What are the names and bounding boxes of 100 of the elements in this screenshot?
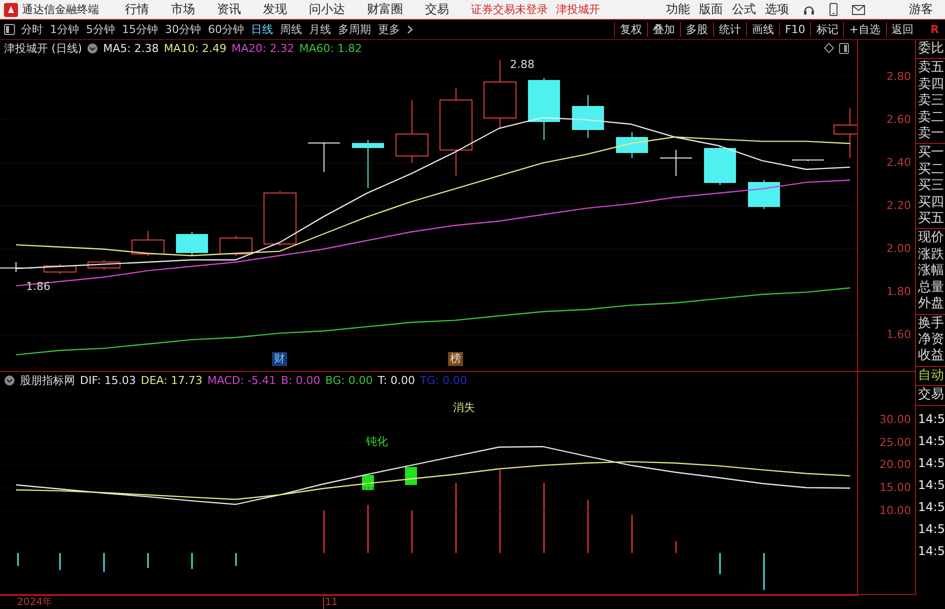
phone-icon[interactable] (829, 3, 838, 16)
trade-time: 14:5 (917, 498, 945, 516)
ma-value: MA20: 2.32 (232, 42, 294, 54)
candlestick (176, 232, 208, 256)
panel-toggle-icon[interactable] (4, 24, 15, 35)
trade-time: 14:5 (917, 432, 945, 450)
menu-item[interactable]: 问小达 (309, 1, 345, 18)
indicator-value: BG: 0.00 (325, 374, 373, 386)
quote-field-label: 买一 (917, 145, 945, 162)
status-message[interactable]: 津投城开 (556, 2, 600, 17)
chevron-right-icon[interactable] (407, 25, 413, 34)
section-label: 交易 (917, 387, 945, 404)
menu-item[interactable]: 行情 (125, 1, 149, 18)
quote-field-label: 换手 (917, 316, 945, 332)
indicator-axis-label: 20.00 (880, 458, 911, 472)
menu-item[interactable]: 财富圈 (367, 1, 403, 18)
price-axis-label: 2.40 (886, 156, 911, 170)
toolbar-button[interactable]: +自选 (843, 22, 886, 37)
indicator-axis-label: 15.00 (880, 481, 911, 496)
status-message[interactable]: 证券交易未登录 (471, 2, 548, 17)
quote-field-label: 净资 (917, 332, 945, 348)
candlestick (352, 140, 384, 188)
indicator-axis-label: 25.00 (880, 436, 911, 450)
quote-field-label: 卖二 (917, 110, 945, 126)
menu-item[interactable]: 资讯 (217, 1, 241, 18)
candlestick (220, 236, 252, 256)
event-marker[interactable]: 榜 (448, 352, 463, 366)
period-tab[interactable]: 多周期 (338, 22, 371, 37)
toolbar-button[interactable]: 标记 (810, 22, 844, 37)
toolbar-button[interactable]: F10 (778, 23, 810, 36)
period-tab[interactable]: 分时 (21, 22, 43, 37)
menu-item[interactable]: 市场 (171, 1, 195, 18)
candlestick (396, 100, 428, 164)
tool-menu-item[interactable]: 选项 (765, 1, 789, 18)
signal-note: 消失 (453, 400, 475, 415)
tool-menu-item[interactable]: 公式 (732, 1, 756, 18)
tool-menu-item[interactable]: 功能 (666, 1, 690, 18)
indicator-axis-label: 30.00 (880, 412, 911, 427)
indicator-value: DEA: 17.73 (140, 374, 202, 386)
trade-mode-label[interactable]: 自动 (916, 368, 945, 384)
user-label[interactable]: 游客 (909, 1, 933, 18)
expand-icon[interactable] (87, 42, 98, 54)
quote-field-label: 卖五 (917, 60, 945, 77)
signal-note: 钝化 (366, 434, 388, 449)
quote-field-label: 收益 (917, 348, 945, 365)
indicator-value: DIF: 15.03 (80, 374, 136, 386)
price-axis-label: 2.60 (886, 112, 911, 127)
price-axis-label: 1.80 (886, 285, 911, 300)
signal-bars-drawing (362, 467, 417, 490)
toolbar-button[interactable]: 统计 (712, 22, 746, 37)
high-price-label: 2.88 (510, 58, 534, 71)
toolbar-button[interactable]: 叠加 (646, 22, 680, 37)
quote-field-label: 委比 (917, 41, 945, 58)
quote-field-label: 现价 (917, 230, 945, 247)
expand-icon[interactable] (4, 374, 15, 386)
trade-time: 14:5 (917, 410, 945, 428)
candlestick (704, 146, 736, 186)
trade-time: 14:5 (917, 476, 945, 494)
period-tab[interactable]: 1分钟 (50, 22, 79, 37)
period-tab[interactable]: 周线 (280, 22, 302, 37)
period-tab[interactable]: 日线 (251, 22, 273, 37)
candlestick (572, 94, 604, 138)
diamond-icon[interactable] (824, 43, 834, 53)
mail-icon[interactable] (852, 4, 865, 14)
quote-field-label: 买五 (917, 211, 945, 228)
candlestick (308, 142, 340, 172)
period-tab[interactable]: 30分钟 (165, 22, 201, 37)
app-logo-icon (4, 2, 18, 16)
window-icon[interactable] (839, 42, 849, 54)
toolbar-button[interactable]: 画线 (746, 22, 779, 37)
headset-icon[interactable] (803, 4, 815, 16)
candlestick (44, 264, 76, 274)
candlestick (834, 108, 857, 158)
quote-field-label: 买二 (917, 162, 945, 178)
quote-field-label: 涨跌 (917, 246, 945, 264)
quote-field-label: 总量 (917, 280, 945, 296)
menu-item[interactable]: 交易 (425, 1, 449, 18)
candlestick (88, 260, 120, 270)
ma-value: MA10: 2.49 (164, 42, 227, 54)
date-axis-label: 2024年 (17, 596, 54, 608)
event-marker[interactable]: 财 (272, 352, 287, 366)
quote-field-label: 外盘 (917, 296, 945, 312)
low-price-label: 1.86 (26, 280, 50, 293)
quote-field-label: 买三 (917, 178, 945, 195)
toolbar-button[interactable]: 复权 (614, 22, 647, 37)
indicator-value: MACD: -5.41 (207, 374, 276, 386)
period-tab[interactable]: 15分钟 (122, 22, 158, 37)
indicator-value: TG: 0.00 (420, 374, 467, 386)
toolbar-button[interactable]: 多股 (680, 22, 713, 37)
period-tab[interactable]: 更多 (378, 22, 400, 37)
app-title: 通达信金融终端 (22, 2, 99, 17)
chart-title: 津投城开 (日线) (4, 40, 82, 56)
price-axis-label: 2.80 (886, 70, 911, 84)
toolbar-button[interactable]: 返回 (886, 22, 919, 37)
period-tab[interactable]: 月线 (309, 22, 331, 37)
menu-item[interactable]: 发现 (263, 1, 287, 18)
status-label: R (930, 23, 939, 36)
period-tab[interactable]: 60分钟 (208, 22, 244, 37)
period-tab[interactable]: 5分钟 (86, 22, 115, 37)
tool-menu-item[interactable]: 版面 (699, 1, 723, 18)
